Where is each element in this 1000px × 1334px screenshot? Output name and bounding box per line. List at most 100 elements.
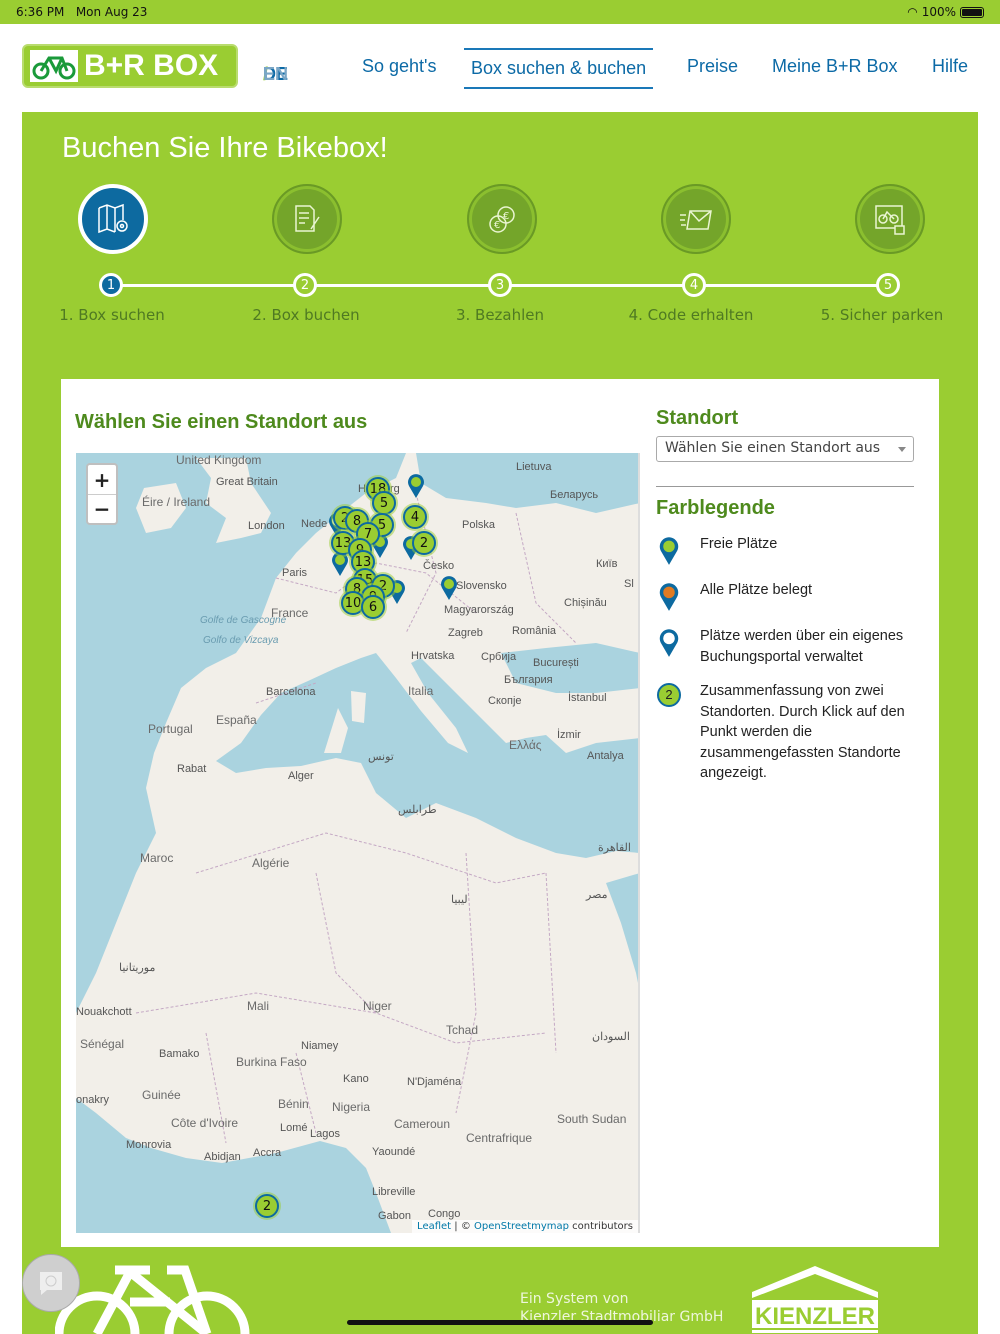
map-place-label: طرابلس bbox=[398, 804, 437, 816]
map-place-label: onakry bbox=[76, 1094, 110, 1106]
map-place-label: Golfe de Gascogne bbox=[200, 615, 287, 626]
map-place-label: السودان bbox=[592, 1031, 630, 1043]
map-pin-free[interactable] bbox=[440, 575, 458, 601]
map-place-label: تونس bbox=[368, 751, 394, 763]
lang-en[interactable]: EN bbox=[263, 64, 288, 85]
svg-text:KIENZLER: KIENZLER bbox=[755, 1303, 875, 1330]
attr-contributors: contributors bbox=[569, 1221, 633, 1232]
map-place-label: Polska bbox=[462, 519, 496, 531]
euro-coins-icon: €€ bbox=[489, 206, 515, 233]
map-place-label: Côte d'Ivoire bbox=[171, 1116, 238, 1130]
header: B+R BOX DE / EN So geht's Box suchen & b… bbox=[0, 24, 1000, 112]
map-place-label: Tchad bbox=[446, 1023, 479, 1037]
sidebar: Standort Wählen Sie einen Standort aus F… bbox=[656, 407, 914, 784]
nav-box-suchen[interactable]: Box suchen & buchen bbox=[464, 48, 654, 89]
step-num-4[interactable]: 4 bbox=[682, 273, 706, 297]
map[interactable]: United Kingdom Great Britain Éire / Irelan… bbox=[76, 453, 640, 1233]
step-4-icon[interactable] bbox=[661, 184, 731, 254]
map-pin-free[interactable] bbox=[407, 473, 425, 499]
chat-fingerprint-icon bbox=[40, 1272, 62, 1295]
step-label-3: 3. Bezahlen bbox=[455, 306, 545, 324]
map-pin-free[interactable] bbox=[331, 551, 349, 577]
svg-text:€: € bbox=[494, 220, 500, 231]
form-edit-icon bbox=[295, 205, 320, 232]
zoom-control: + − bbox=[86, 463, 118, 525]
step-1-icon[interactable] bbox=[78, 184, 148, 254]
map-cluster[interactable]: 2 bbox=[255, 1194, 279, 1218]
map-place-label: South Sudan bbox=[557, 1112, 627, 1126]
map-place-label: Беларусь bbox=[550, 489, 599, 501]
map-place-label: Algérie bbox=[252, 856, 290, 870]
map-place-label: United Kingdom bbox=[176, 453, 262, 467]
map-place-label: İstanbul bbox=[568, 692, 607, 704]
map-place-label: Sénégal bbox=[80, 1037, 125, 1051]
step-2-icon[interactable] bbox=[272, 184, 342, 254]
map-place-label: Éire / Ireland bbox=[142, 495, 211, 509]
bike-illustration bbox=[55, 1265, 250, 1334]
page-title: Buchen Sie Ihre Bikebox! bbox=[62, 132, 388, 164]
map-place-label: Lietuva bbox=[516, 461, 552, 473]
legend-text: Freie Plätze bbox=[700, 536, 778, 552]
step-5-icon[interactable] bbox=[855, 184, 925, 254]
map-place-label: Bénin bbox=[278, 1097, 309, 1111]
map-place-label: București bbox=[533, 657, 579, 669]
nav-preise[interactable]: Preise bbox=[687, 56, 738, 77]
map-place-label: مصر bbox=[586, 889, 608, 901]
map-place-label: Скопје bbox=[488, 695, 522, 707]
legend-item-external: Plätze werden über ein eigenes Buchungsp… bbox=[656, 626, 914, 667]
map-place-label: Alger bbox=[288, 770, 314, 782]
osm-link[interactable]: OpenStreetmymap bbox=[474, 1221, 569, 1232]
step-num-1[interactable]: 1 bbox=[99, 273, 123, 297]
leaflet-link[interactable]: Leaflet bbox=[417, 1221, 451, 1232]
svg-text:€: € bbox=[503, 211, 509, 222]
map-place-label: Accra bbox=[253, 1147, 282, 1159]
nav-so-gehts[interactable]: So geht's bbox=[362, 56, 437, 77]
kienzler-logo: KIENZLER bbox=[752, 1266, 878, 1333]
standort-title: Standort bbox=[656, 407, 739, 429]
envelope-send-icon bbox=[680, 210, 712, 230]
map-place-label: Niger bbox=[363, 999, 392, 1013]
map-place-label: N'Djaména bbox=[407, 1076, 462, 1088]
map-place-label: Nouakchott bbox=[76, 1006, 132, 1018]
nav-hilfe[interactable]: Hilfe bbox=[932, 56, 968, 77]
step-3-icon[interactable]: € € bbox=[467, 184, 537, 254]
wifi-icon: ◠ bbox=[907, 5, 918, 19]
chat-button[interactable] bbox=[22, 1254, 80, 1312]
legend-text: Zusammenfassung von zwei Standorten. Dur… bbox=[700, 683, 905, 781]
battery-icon bbox=[960, 6, 984, 18]
map-place-label: Barcelona bbox=[266, 686, 316, 698]
map-place-label: Abidjan bbox=[204, 1151, 241, 1163]
cluster-badge: 2 bbox=[657, 683, 681, 707]
map-place-label: Magyarország bbox=[444, 604, 514, 616]
map-place-label: القاهرة bbox=[598, 842, 631, 854]
date: Mon Aug 23 bbox=[75, 5, 148, 19]
map-place-label: Paris bbox=[282, 567, 308, 579]
zoom-out-button[interactable]: − bbox=[88, 494, 116, 523]
step-num-3[interactable]: 3 bbox=[488, 273, 512, 297]
map-place-label: Lomé bbox=[280, 1122, 308, 1134]
map-cluster[interactable]: 5 bbox=[372, 491, 396, 515]
map-cluster[interactable]: 2 bbox=[412, 531, 436, 555]
step-label-5: 5. Sicher parken bbox=[820, 306, 944, 324]
map-place-label: Česko bbox=[423, 560, 455, 572]
map-place-label: Bamako bbox=[159, 1048, 200, 1060]
step-num-2[interactable]: 2 bbox=[293, 273, 317, 297]
legend-item-cluster: 2 Zusammenfassung von zwei Standorten. Du… bbox=[656, 681, 914, 784]
map-place-label: Србија bbox=[481, 651, 517, 663]
map-place-label: Libreville bbox=[372, 1186, 416, 1198]
map-cluster[interactable]: 6 bbox=[361, 595, 385, 619]
legend-item-free: Freie Plätze bbox=[656, 534, 914, 566]
map-place-label: Zagreb bbox=[448, 627, 483, 639]
zoom-in-button[interactable]: + bbox=[88, 465, 116, 494]
map-place-label: İzmir bbox=[557, 729, 581, 741]
map-attribution: Leaflet | © OpenStreetmymap contributors bbox=[412, 1220, 638, 1233]
home-indicator[interactable] bbox=[347, 1320, 653, 1325]
standort-select[interactable]: Wählen Sie einen Standort aus bbox=[656, 436, 914, 462]
pin-green-icon bbox=[656, 534, 682, 566]
map-title: Wählen Sie einen Standort aus bbox=[75, 411, 368, 433]
step-num-5[interactable]: 5 bbox=[876, 273, 900, 297]
map-place-label: Great Britain bbox=[216, 476, 278, 488]
map-cluster[interactable]: 4 bbox=[403, 505, 427, 529]
nav-meine-box[interactable]: Meine B+R Box bbox=[772, 56, 898, 77]
step-label-2: 2. Box buchen bbox=[252, 306, 360, 324]
